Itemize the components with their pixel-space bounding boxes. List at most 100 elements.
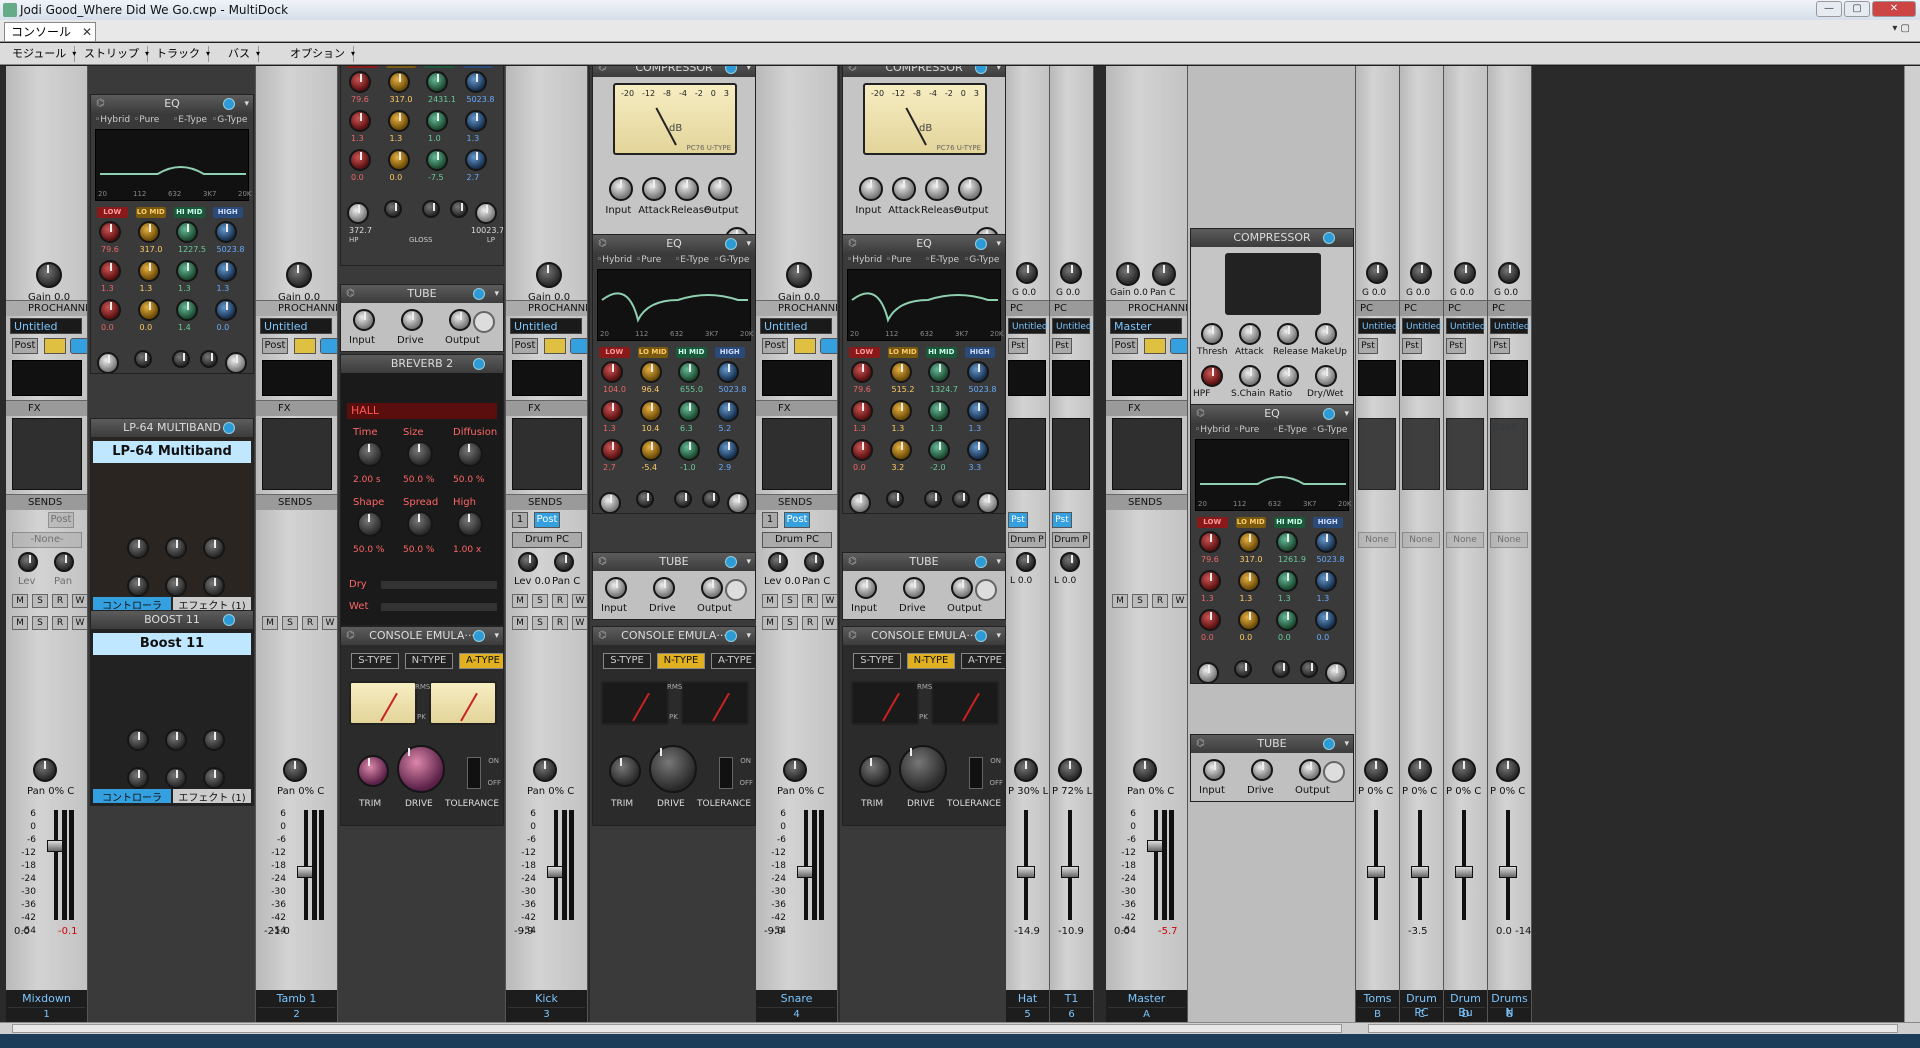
eq-mode-g-type[interactable]: ◦G-Type [964,255,999,265]
track-button-r[interactable]: R [1152,594,1168,608]
pan-knob[interactable] [1364,758,1388,782]
eq-knob-lo-mid[interactable] [137,260,160,282]
fx-bin[interactable] [12,418,82,490]
pc-header[interactable]: PC [1400,300,1443,316]
eq-mode-pure[interactable]: ◦Pure [134,115,159,125]
prochannel-header[interactable]: PROCHANNEL [6,300,87,316]
breverb-knob-size[interactable] [407,441,433,467]
post-button[interactable]: Post [12,338,38,354]
eq-knob-small[interactable] [422,200,440,218]
tube-header[interactable]: ⌬ TUBE ▾ [1191,735,1353,753]
send-pst-button[interactable]: Pst [1008,512,1028,528]
pc-header[interactable]: PC [1444,300,1487,316]
boost-knob[interactable] [165,729,187,751]
eq-knob-lo-mid[interactable] [639,439,662,461]
master-knob2-1[interactable] [1239,365,1261,387]
breverb-dry-slider[interactable] [381,581,497,589]
eq-band-lo-mid[interactable]: LO MID [887,347,918,358]
track-button-w[interactable]: W [572,594,587,608]
send-post-button[interactable]: Post [784,512,810,528]
tube-knob-input[interactable] [353,309,375,331]
comp-power-icon[interactable] [725,66,737,74]
track-button-w[interactable]: W [72,616,87,630]
track-name-field[interactable]: Untitled [1358,318,1398,334]
gain-knob[interactable] [1410,262,1432,284]
eq-knob-hi-mid[interactable] [1276,531,1298,553]
track-name-field[interactable]: Master [1110,318,1182,334]
console-emu-header[interactable]: ⌬ CONSOLE EMULA··· ▾ [593,627,755,645]
minimize-button[interactable]: — [1816,1,1842,17]
eq-mode-e-type[interactable]: ◦E-Type [925,255,959,265]
eq-band-hi-mid[interactable]: HI MID [1274,517,1305,528]
pc-header[interactable]: PC [1050,300,1093,316]
boost-knob[interactable] [203,767,225,789]
eq-knob-lo-mid[interactable] [387,149,410,171]
master-comp-power-icon[interactable] [1323,232,1335,244]
gain-knob[interactable] [286,262,312,288]
boost-knob[interactable] [203,729,225,751]
lp64-knob[interactable] [165,575,187,597]
tube-menu-icon[interactable]: ▾ [746,553,751,571]
eq-power-icon[interactable] [223,98,235,110]
eq-knob-low[interactable] [349,71,371,93]
send-dest[interactable]: Drum PC [512,532,582,548]
comp-knob-output[interactable] [957,177,982,201]
console-emu-power-icon[interactable] [725,630,737,642]
tube-power-icon[interactable] [975,556,987,568]
eq-knob-high[interactable] [464,149,487,171]
vertical-scrollbar[interactable] [1904,66,1920,1022]
pan-knob[interactable] [1496,758,1520,782]
fx-bypass-icon[interactable] [544,338,566,354]
track-button-r[interactable]: R [802,594,818,608]
lp64-header[interactable]: LP-64 MULTIBAND [91,419,253,437]
track-name-field[interactable]: Untitled [1052,318,1092,334]
send-level-knob[interactable] [768,552,788,572]
tube-knob-drive[interactable] [903,577,925,599]
master-knob-thresh[interactable] [1201,323,1223,345]
eq-knob-hi-mid[interactable] [426,149,448,171]
eq-knob-hi-mid[interactable] [176,260,198,282]
send-level-knob[interactable] [1016,552,1036,572]
tube-menu-icon[interactable]: ▾ [996,553,1001,571]
track-button-w[interactable]: W [822,594,837,608]
post-button[interactable]: Post [512,338,538,354]
eq-knob-small[interactable] [924,490,942,508]
prochannel-header[interactable]: PROCHANNEL [256,300,337,316]
eq-knob-hi-mid[interactable] [678,439,700,461]
track-name-field[interactable]: Untitled [1446,318,1486,334]
pst-button[interactable]: Pst [1052,338,1072,354]
scrollbar-thumb-right[interactable] [1368,1024,1898,1033]
eq-band-high[interactable]: HIGH [462,66,493,68]
console-type-s-type[interactable]: S-TYPE [853,653,901,669]
console-drive-knob[interactable] [649,745,697,793]
console-emu-menu-icon[interactable]: ▾ [996,627,1001,645]
pan-knob-top[interactable] [1152,262,1176,286]
power-button[interactable] [320,338,337,354]
fx-bin[interactable] [1402,418,1440,490]
scrollbar-thumb-left[interactable] [12,1024,1342,1033]
eq-knob-small[interactable] [952,490,970,508]
eq-knob-lo-mid[interactable] [387,110,410,132]
eq-lp-label[interactable]: LP [487,236,495,244]
master-comp-header[interactable]: COMPRESSOR [1191,229,1353,247]
console-drive-knob[interactable] [899,745,947,793]
eq-knob-lo-mid[interactable] [137,221,160,243]
console-type-a-type[interactable]: A-TYPE [459,653,503,669]
menu-item-2[interactable]: トラック [148,46,210,62]
eq-lp-knob[interactable] [727,492,749,513]
tube-knob-input[interactable] [1203,759,1225,781]
eq-band-high[interactable]: HIGH [212,207,243,218]
console-type-a-type[interactable]: A-TYPE [711,653,755,669]
track-button-w[interactable]: W [572,616,587,630]
eq-knob-lo-mid[interactable] [639,400,662,422]
tube-knob-drive[interactable] [1251,759,1273,781]
eq-lp-knob[interactable] [1325,662,1347,683]
eq-knob-high[interactable] [214,299,237,321]
eq-knob-hi-mid[interactable] [928,439,950,461]
eq-header[interactable]: ⌬ EQ ▾ [1191,405,1353,423]
console-trim-knob[interactable] [609,755,641,787]
track-button-m[interactable]: M [762,594,778,608]
post-button[interactable]: Post [762,338,788,354]
eq-band-high[interactable]: HIGH [1312,517,1343,528]
eq-menu-icon[interactable]: ▾ [244,95,249,113]
